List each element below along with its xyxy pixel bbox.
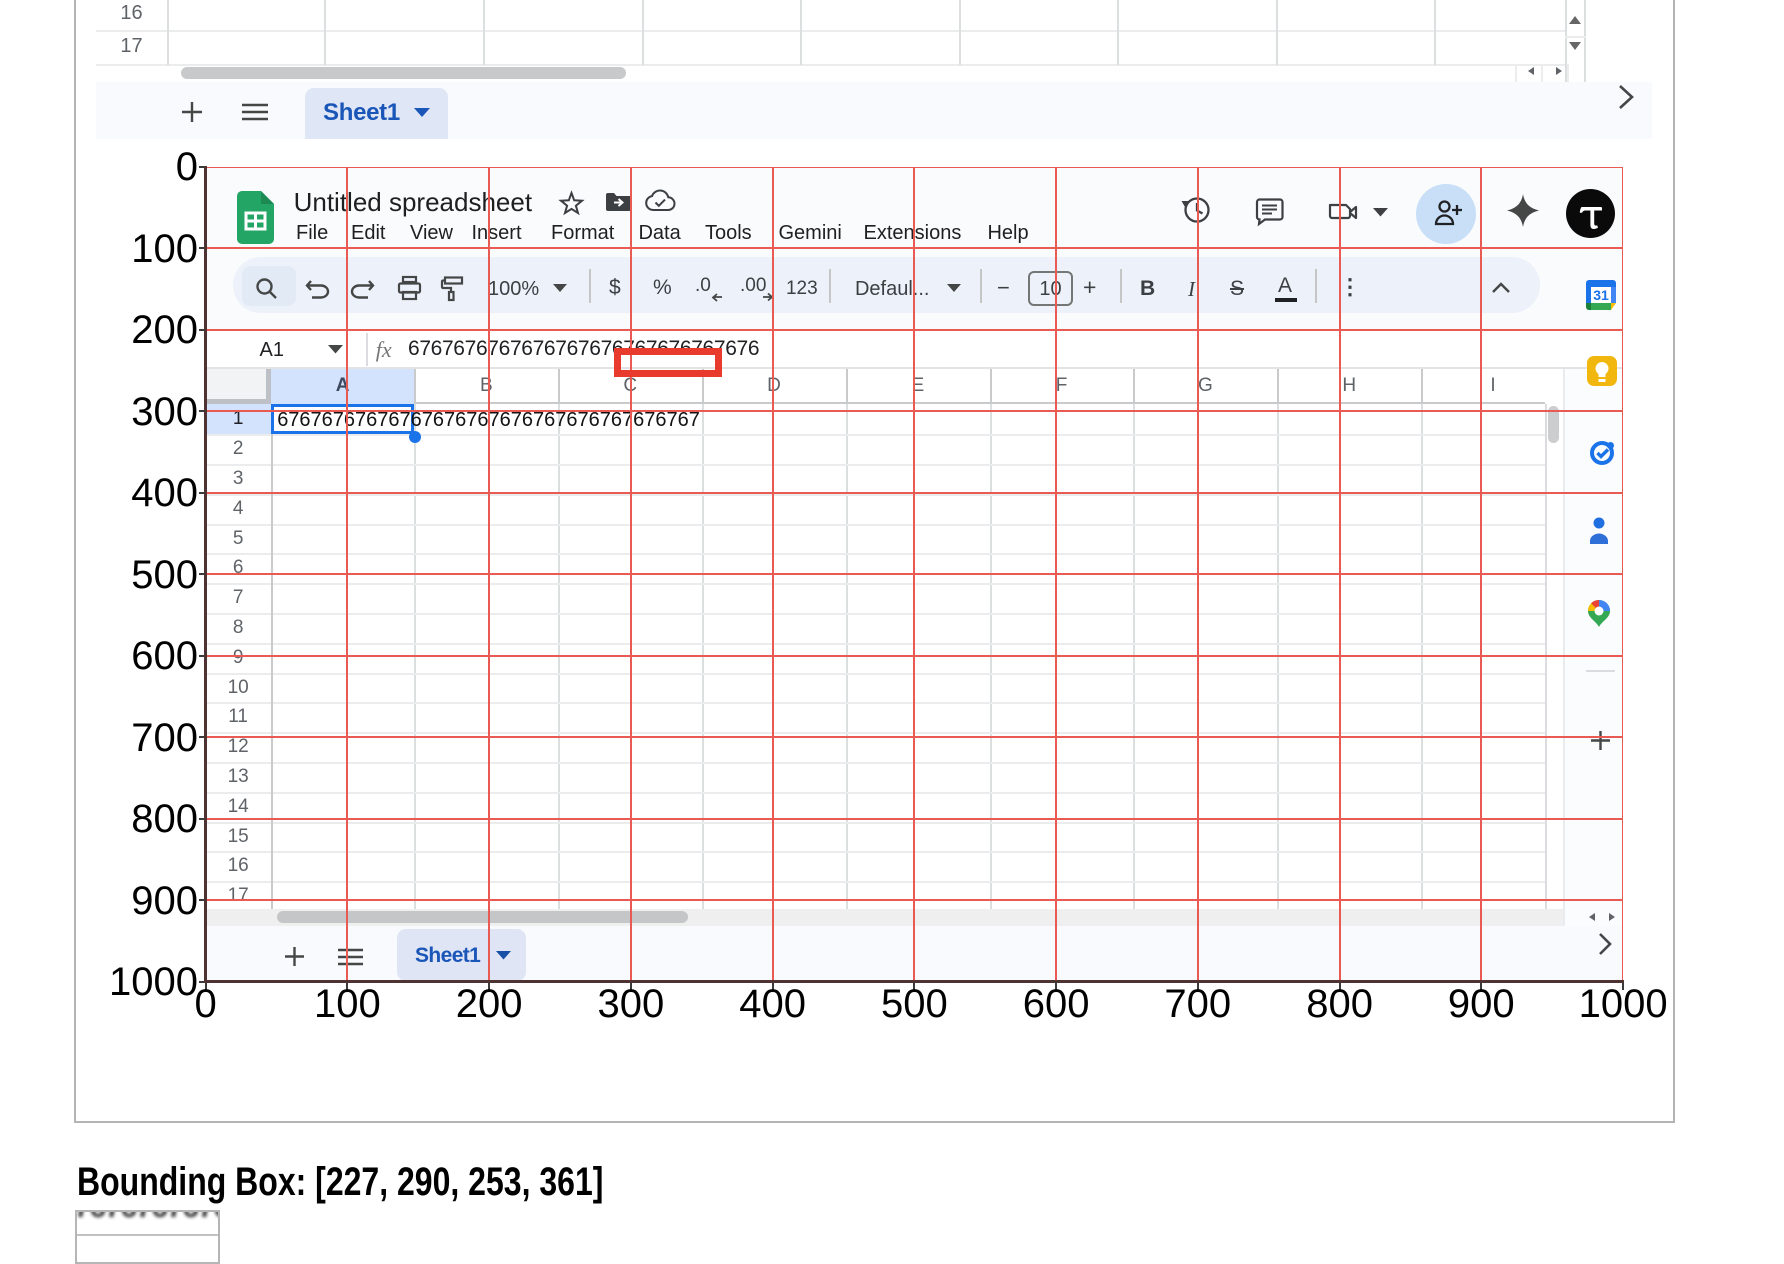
svg-text:31: 31 [1594,287,1610,303]
